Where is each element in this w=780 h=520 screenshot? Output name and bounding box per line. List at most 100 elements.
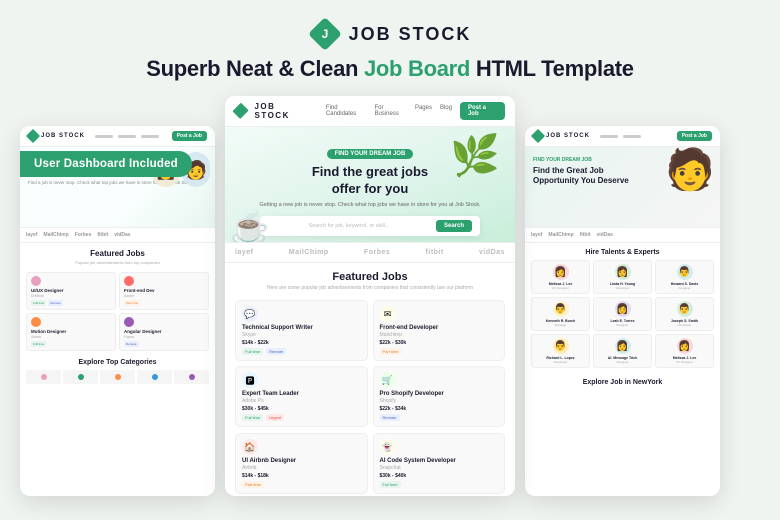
left-job-icon-1: [31, 276, 41, 286]
right-talent-role-7: Developer: [535, 360, 586, 364]
center-logo-text: JOB STOCK: [254, 102, 311, 120]
center-plant-icon: 🌿: [450, 132, 500, 179]
left-job-4: Angular Designer Figma Remote: [119, 313, 209, 351]
right-logo-layef: layef: [531, 232, 542, 238]
right-talent-4: 👨 Kenneth R. Burch Manager: [531, 297, 590, 331]
center-logo-viddas: vidDas: [479, 249, 505, 256]
center-job-title-3: Expert Team Leader: [242, 391, 361, 397]
center-logo-fitbit: fitbit: [426, 249, 444, 256]
center-nav-blog[interactable]: Blog: [440, 105, 452, 117]
left-job-title-4: Angular Designer: [124, 329, 204, 334]
left-job-icon-4: [124, 317, 134, 327]
center-job-title-1: Technical Support Writer: [242, 325, 361, 331]
center-tag-r-1: Remote: [266, 348, 286, 355]
center-job-2: ✉ Front-end Developer Mailchimp $22k - $…: [373, 300, 506, 361]
center-job-tags-2: Part time: [380, 348, 499, 355]
center-job-title-4: Pro Shopify Developer: [380, 391, 499, 397]
left-post-btn[interactable]: Post a Job: [172, 131, 207, 141]
left-cat-dot-3: [115, 374, 121, 380]
center-search-bar: Search for job, keyword, or skill... Sea…: [260, 216, 480, 236]
left-job-tags-4: Remote: [124, 341, 204, 347]
left-job-title-2: Front-end Dev: [124, 288, 204, 293]
header: J JOB STOCK: [309, 18, 472, 50]
center-nav-links: Find Candidates For Business Pages Blog: [326, 105, 452, 117]
center-job-4: 🛒 Pro Shopify Developer Shopify $22k - $…: [373, 366, 506, 427]
center-job-salary-1: $14k - $22k: [242, 340, 361, 346]
right-talent-avatar-3: 👨: [677, 264, 693, 280]
center-job-6: 👻 AI Code System Developer Snapchat $30k…: [373, 433, 506, 494]
center-job-icon-1: 💬: [242, 306, 258, 322]
center-job-title-6: AI Code System Developer: [380, 458, 499, 464]
left-cats-grid: [20, 368, 215, 386]
left-featured-sub: Popular job advertisements from top comp…: [20, 260, 215, 269]
center-jobs-grid-1: 💬 Technical Support Writer Skype $14k - …: [225, 296, 515, 431]
center-logo-forbes: Forbes: [364, 249, 390, 256]
center-tag-pt-5: Part time: [242, 481, 264, 488]
center-tag-ft-1: Full time: [242, 348, 263, 355]
center-nav-find[interactable]: Find Candidates: [326, 105, 367, 117]
right-logo-mailchimp: MailChimp: [548, 232, 573, 238]
right-talents-grid: 👩 Melissa J. Lee UX Designer 👩 Linda H. …: [531, 260, 714, 368]
center-job-company-5: Airbnb: [242, 465, 361, 471]
center-logo-layef: layef: [235, 249, 253, 256]
left-explore-title: Explore Top Categories: [20, 354, 215, 368]
center-nav-biz[interactable]: For Business: [374, 105, 406, 117]
center-nav: JOB STOCK Find Candidates For Business P…: [225, 96, 515, 127]
center-hero-sub: Getting a new job is never stop. Check w…: [237, 202, 503, 208]
center-job-tags-1: Full time Remote: [242, 348, 361, 355]
left-job-icon-3: [31, 317, 41, 327]
center-jobs-grid-2: 🏠 UI Airbnb Designer Airbnb $14k - $18k …: [225, 431, 515, 496]
center-job-tags-4: Remote: [380, 414, 499, 421]
left-logo-mailchimp: MailChimp: [43, 232, 68, 238]
right-talent-role-4: Manager: [535, 323, 586, 327]
center-job-icon-3: 🅿: [242, 372, 258, 388]
center-tag-pt-2: Part time: [380, 348, 402, 355]
left-cat-4: [137, 370, 172, 384]
center-job-1: 💬 Technical Support Writer Skype $14k - …: [235, 300, 368, 361]
center-search-btn[interactable]: Search: [436, 220, 472, 232]
right-talent-avatar-4: 👨: [553, 301, 569, 317]
left-logo-fitbit: fitbit: [97, 232, 108, 238]
left-tag-remote-4: Remote: [124, 341, 139, 347]
center-tag-r-4: Remote: [380, 414, 400, 421]
center-post-btn[interactable]: Post a Job: [460, 102, 505, 120]
right-talent-role-5: Designer: [597, 323, 648, 327]
right-screenshot-card: JOB STOCK Post a Job FIND YOUR DREAM JOB…: [525, 126, 720, 496]
center-nav-pages[interactable]: Pages: [415, 105, 432, 117]
left-cat-3: [100, 370, 135, 384]
right-post-btn[interactable]: Post a Job: [677, 131, 712, 141]
left-cat-dot-2: [78, 374, 84, 380]
left-job-company-4: Figma: [124, 335, 204, 339]
center-job-salary-4: $22k - $34k: [380, 406, 499, 412]
right-nav-links: [600, 135, 641, 138]
left-job-tags-2: Part time: [124, 300, 204, 306]
screenshots-row: User Dashboard Included JOB STOCK Post a…: [20, 96, 760, 496]
left-job-icon-2: [124, 276, 134, 286]
left-featured-title: Featured Jobs: [20, 243, 215, 260]
left-nav-link-2: [118, 135, 136, 138]
left-job-title-3: Motion Designer: [31, 329, 111, 334]
left-nav-link-1: [95, 135, 113, 138]
left-logo: JOB STOCK: [28, 131, 85, 141]
center-job-salary-5: $14k - $18k: [242, 473, 361, 479]
center-job-salary-3: $30k - $45k: [242, 406, 361, 412]
right-talent-avatar-9: 👩: [677, 338, 693, 354]
right-talent-6: 👨 Joseph S. Smith Developer: [655, 297, 714, 331]
center-job-tags-5: Part time: [242, 481, 361, 488]
left-screenshot-card: JOB STOCK Post a Job REMOTE WORK PLATFOR…: [20, 126, 215, 496]
center-tag-urg-3: Urgent: [266, 414, 284, 421]
left-nav: JOB STOCK Post a Job: [20, 126, 215, 147]
right-talent-role-1: UX Designer: [535, 286, 586, 290]
right-nav: JOB STOCK Post a Job: [525, 126, 720, 147]
left-cat-5: [174, 370, 209, 384]
left-logo-layef: layef: [26, 232, 37, 238]
center-search-input[interactable]: Search for job, keyword, or skill...: [268, 223, 430, 229]
center-job-company-1: Skype: [242, 332, 361, 338]
left-job-tags-1: Full time Remote: [31, 300, 111, 306]
tagline-normal: Superb Neat & Clean: [146, 56, 364, 81]
right-talent-9: 👩 Melissa J. Lee UX Designer: [655, 334, 714, 368]
right-logo-text: JOB STOCK: [546, 133, 590, 139]
right-talent-7: 👨 Richard L. Lopez Developer: [531, 334, 590, 368]
center-screenshot-card: JOB STOCK Find Candidates For Business P…: [225, 96, 515, 496]
logo-icon: J: [309, 18, 341, 50]
